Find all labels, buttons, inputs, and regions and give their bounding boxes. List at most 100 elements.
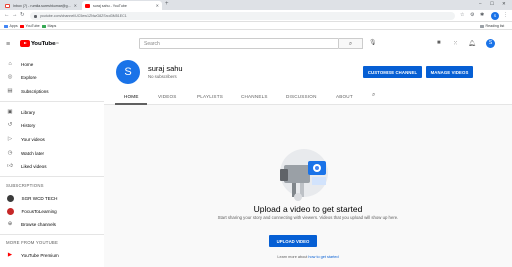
tab-channels[interactable]: CHANNELS [241, 94, 268, 99]
main-content: S suraj sahu No subscribers CUSTOMISE CH… [104, 58, 512, 267]
menu-dots-icon[interactable]: ⋮ [503, 12, 508, 18]
more-from-youtube-heading: MORE FROM YOUTUBE [6, 240, 59, 245]
bookmark-label: Apps [9, 24, 18, 28]
search-input[interactable]: Search [139, 38, 339, 49]
add-circle-icon: ⊕ [7, 221, 13, 227]
browser-tab-youtube[interactable]: suraj sahu - YouTube ✕ [82, 1, 162, 10]
clock-icon: ◷ [7, 150, 13, 156]
tab-videos[interactable]: VIDEOS [158, 94, 177, 99]
sidebar-item-liked-videos[interactable]: 👍︎ Liked videos [0, 160, 104, 172]
bookmarks-bar: Apps YouTube Maps Reading list [0, 22, 512, 30]
channel-avatar [6, 207, 14, 215]
back-icon[interactable]: ← [4, 12, 10, 18]
browser-tab-gmail[interactable]: Inbox (7) - rumila.sureshkumar@g... ✕ [2, 1, 80, 10]
hamburger-menu-icon[interactable]: ≡ [6, 41, 10, 48]
subscription-item[interactable]: FocusToLearning [0, 205, 104, 217]
browser-tab-bar: Inbox (7) - rumila.sureshkumar@g... ✕ su… [0, 0, 512, 10]
sidebar-item-label: Subscriptions [21, 88, 49, 94]
microphone-icon[interactable]: 🎙 [369, 39, 377, 46]
channel-avatar[interactable]: S [116, 60, 140, 84]
manage-videos-button[interactable]: MANAGE VIDEOS [426, 66, 473, 78]
thumbs-up-icon: 👍︎ [7, 163, 13, 169]
learn-more-text: Learn more about how to get started [104, 255, 512, 259]
reading-list-button[interactable]: Reading list [480, 24, 504, 28]
sidebar-item-subscriptions[interactable]: ▤ Subscriptions [0, 85, 104, 97]
sidebar-divider [0, 101, 104, 102]
bookmark-label: Maps [47, 24, 57, 28]
channel-tabs: HOME VIDEOS PLAYLISTS CHANNELS DISCUSSIO… [104, 89, 512, 105]
sidebar-item-label: Watch later [21, 150, 45, 156]
library-icon: ▣ [7, 109, 13, 115]
play-square-icon: ▷ [7, 136, 13, 142]
sidebar-item-label: Liked videos [21, 163, 47, 169]
url-text: youtube.com/channel/UC5ew1ZNwG8ZSrcd3M51… [40, 14, 127, 18]
address-bar-row: ← → ↻ youtube.com/channel/UC5ew1ZNwG8ZSr… [0, 10, 512, 22]
maps-icon [42, 24, 46, 28]
subscriptions-heading: SUBSCRIPTIONS [6, 183, 44, 188]
url-input[interactable]: youtube.com/channel/UC5ew1ZNwG8ZSrcd3M51… [30, 12, 455, 20]
sidebar-item-label: History [21, 122, 36, 128]
sidebar-item-label: YouTube Premium [21, 252, 59, 258]
apps-grid-icon[interactable]: ⁙ [453, 40, 458, 47]
bookmark-youtube[interactable]: YouTube [20, 24, 40, 28]
sidebar-item-history[interactable]: ↺ History [0, 119, 104, 131]
minimize-icon[interactable]: – [479, 1, 482, 6]
search-button[interactable]: ⌕ [339, 38, 363, 49]
subscription-item[interactable]: SGR WCD TECH [0, 192, 104, 204]
learn-more-prefix: Learn more about [277, 255, 309, 259]
extensions-icon[interactable]: ⚙ [470, 12, 474, 18]
sidebar-divider [0, 234, 104, 235]
sidebar: ⌂ Home ◎ Explore ▤ Subscriptions ▣ Libra… [0, 58, 104, 267]
tab-playlists[interactable]: PLAYLISTS [197, 94, 223, 99]
close-icon[interactable]: ✕ [74, 3, 77, 8]
window-close-icon[interactable]: ✕ [502, 1, 506, 7]
sidebar-item-browse-channels[interactable]: ⊕ Browse channels [0, 218, 104, 230]
sidebar-item-home[interactable]: ⌂ Home [0, 58, 104, 70]
youtube-icon [85, 3, 90, 8]
learn-more-link[interactable]: how to get started [308, 255, 338, 259]
sidebar-item-watch-later[interactable]: ◷ Watch later [0, 147, 104, 159]
subscriber-count: No subscribers [148, 74, 177, 79]
sidebar-item-your-videos[interactable]: ▷ Your videos [0, 133, 104, 145]
home-icon: ⌂ [8, 61, 12, 67]
sidebar-item-label: Browse channels [21, 221, 56, 227]
create-video-icon[interactable]: ■ [437, 40, 441, 46]
tab-home[interactable]: HOME [124, 94, 139, 99]
channel-name: suraj sahu [148, 64, 183, 73]
puzzle-icon[interactable]: ✱ [480, 12, 484, 18]
bell-icon[interactable]: 🔔︎ [468, 40, 476, 47]
tab-title: suraj sahu - YouTube [93, 3, 127, 8]
sidebar-item-label: Explore [21, 74, 37, 80]
maximize-icon[interactable]: ☐ [490, 1, 494, 7]
logo-text: YouTube [31, 40, 56, 47]
customise-channel-button[interactable]: CUSTOMISE CHANNEL [363, 66, 422, 78]
bookmark-apps[interactable]: Apps [4, 24, 18, 28]
browser-profile-avatar[interactable]: S [491, 12, 499, 20]
bookmark-maps[interactable]: Maps [42, 24, 56, 28]
channel-avatar [6, 194, 14, 202]
youtube-logo[interactable]: YouTube IN [20, 40, 59, 47]
close-icon[interactable]: ✕ [156, 3, 159, 8]
bookmark-label: YouTube [25, 24, 40, 28]
account-avatar[interactable]: S [486, 39, 495, 48]
reload-icon[interactable]: ↻ [20, 12, 25, 18]
youtube-masthead: ≡ YouTube IN Search ⌕ 🎙 ■ ⁙ 🔔︎ S [0, 30, 512, 58]
sidebar-item-youtube-premium[interactable]: ▶ YouTube Premium [0, 249, 104, 261]
channel-header: S suraj sahu No subscribers CUSTOMISE CH… [104, 58, 512, 105]
sidebar-item-library[interactable]: ▣ Library [0, 106, 104, 118]
new-tab-button[interactable]: + [165, 1, 169, 7]
sidebar-item-explore[interactable]: ◎ Explore [0, 71, 104, 83]
youtube-icon [20, 24, 24, 28]
sidebar-divider [0, 176, 104, 177]
tab-about[interactable]: ABOUT [336, 94, 353, 99]
star-icon[interactable]: ☆ [460, 12, 464, 18]
logo-country-code: IN [56, 42, 59, 45]
forward-icon[interactable]: → [12, 12, 18, 18]
tab-discussion[interactable]: DISCUSSION [286, 94, 317, 99]
search-icon[interactable]: ⌕ [372, 92, 375, 99]
gmail-icon [5, 3, 10, 8]
empty-state-description: Start sharing your story and connecting … [217, 215, 399, 220]
upload-video-button[interactable]: UPLOAD VIDEO [269, 235, 317, 247]
upload-illustration [280, 149, 328, 201]
empty-state-title: Upload a video to get started [253, 204, 363, 214]
